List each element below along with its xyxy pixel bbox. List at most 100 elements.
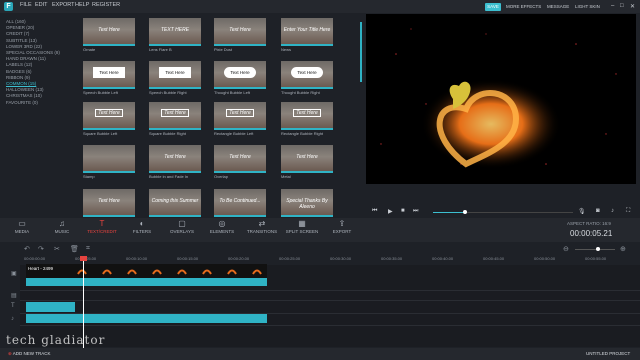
video-track-icon: ▣ [11, 271, 17, 277]
title-thumbnail[interactable]: Text Here [83, 18, 135, 46]
title-gallery: Text Here Ornate TEXT HERE Lens Flare B Text… [76, 14, 362, 217]
title-thumbnail[interactable]: Special Thanks By Aleeno [281, 189, 333, 217]
category-item[interactable]: COMMON (15) [6, 81, 36, 86]
title-thumbnail[interactable]: Text Here [149, 102, 201, 130]
add-track-button[interactable]: ⊕ ADD NEW TRACK [8, 351, 50, 357]
menu-help[interactable]: HELP [75, 2, 89, 8]
music-icon: ♫ [59, 219, 65, 228]
ruler-tick-label: 00:00:00.00 [24, 256, 46, 261]
toolbar-text-credit[interactable]: T TEXT/CREDIT [82, 218, 122, 234]
audio-clip[interactable] [26, 314, 267, 323]
gallery-scrollbar[interactable] [360, 22, 362, 82]
title-thumbnail[interactable]: Text Here [214, 102, 266, 130]
close-icon[interactable]: ✕ [630, 3, 635, 10]
title-thumbnail[interactable]: Text Here [281, 145, 333, 173]
title-thumbnail[interactable]: Text Here [214, 18, 266, 46]
title-thumbnail[interactable]: Text Here [83, 189, 135, 217]
volume-icon[interactable]: ♪ [611, 208, 614, 214]
category-item[interactable]: SPECIAL OCCASIONS (8) [6, 50, 60, 55]
title-thumbnail[interactable]: Text Here [149, 61, 201, 89]
category-item[interactable]: LABELS (12) [6, 62, 32, 67]
zoom-out-icon[interactable]: ⊖ [563, 245, 569, 253]
skip-back-icon[interactable]: ⏮ [372, 208, 377, 215]
thumbnail-background [83, 145, 135, 171]
redo-icon[interactable]: ↷ [38, 245, 44, 253]
category-item[interactable]: HALLOWEEN (13) [6, 87, 44, 92]
toolbar-split-screen[interactable]: ▦ SPLIT SCREEN [282, 218, 322, 234]
menu-file[interactable]: FILE [20, 2, 32, 8]
minimize-icon[interactable]: – [611, 3, 614, 9]
category-item[interactable]: LOWER 3RD (22) [6, 44, 42, 49]
thumbnail-label: Lens Flare B [149, 47, 172, 52]
camera-icon[interactable]: ◙ [596, 208, 600, 214]
category-item[interactable]: CREDIT (7) [6, 31, 29, 36]
toolbar-export[interactable]: ⇪ EXPORT [322, 218, 362, 234]
toolbar-media[interactable]: ▭ MEDIA [2, 218, 42, 234]
delete-icon[interactable]: 🗑 [70, 245, 79, 253]
cut-icon[interactable]: ✂ [54, 245, 60, 253]
menu-register[interactable]: REGISTER [92, 2, 120, 8]
watermark: tech gladiator [6, 333, 106, 347]
thumbnail-label: Metal [281, 174, 291, 179]
maximize-icon[interactable]: □ [620, 3, 624, 9]
toolbar-elements[interactable]: ◎ ELEMENTS [202, 218, 242, 234]
title-thumbnail[interactable]: TEXT HERE [149, 18, 201, 46]
title-thumbnail[interactable]: Text Here [83, 61, 135, 89]
category-item[interactable]: HAND DRAWN (11) [6, 56, 46, 61]
zoom-in-icon[interactable]: ⊕ [620, 245, 626, 253]
toolbar-transitions[interactable]: ⇄ TRANSITIONS [242, 218, 282, 234]
title-thumbnail[interactable]: Text Here [214, 61, 266, 89]
title-thumbnail[interactable]: Text Here [149, 145, 201, 173]
category-item[interactable]: ALL (160) [6, 19, 26, 24]
text-track-icon: T [11, 303, 15, 309]
category-item[interactable]: SUBTITLE (13) [6, 38, 37, 43]
category-item[interactable]: FAVOURITE (0) [6, 100, 38, 105]
category-item[interactable]: BADGES (6) [6, 69, 32, 74]
microphone-icon[interactable]: 🎙 [578, 208, 586, 215]
category-item[interactable]: OPENER (20) [6, 25, 34, 30]
music-track-icon: ♪ [11, 316, 14, 322]
category-item[interactable]: RIBBON (9) [6, 75, 30, 80]
title-thumbnail[interactable]: Text Here [281, 102, 333, 130]
video-clip-filmstrip [26, 264, 267, 278]
toolbar-music[interactable]: ♫ MUSIC [42, 218, 82, 234]
timeline-toolbar: ↶ ↷ ✂ 🗑 ⌗ ⊖ ⊕ [0, 244, 640, 256]
toolbar-overlays[interactable]: ▢ OVERLAYS [162, 218, 202, 234]
menu-export[interactable]: EXPORT [52, 2, 75, 8]
track-divider [20, 290, 640, 291]
undo-icon[interactable]: ↶ [24, 245, 30, 253]
title-thumbnail[interactable]: To Be Continued... [214, 189, 266, 217]
title-thumbnail[interactable]: Coming this Summer [149, 189, 201, 217]
message-link[interactable]: MESSAGE [547, 4, 569, 9]
zoom-slider-handle[interactable] [596, 247, 600, 251]
category-item[interactable]: CHRISTMAS (10) [6, 93, 42, 98]
thumbnail-title-text: TEXT HERE [160, 27, 190, 33]
add-track-label: ADD NEW TRACK [12, 351, 51, 356]
more-effects-link[interactable]: MORE EFFECTS [506, 4, 541, 9]
ruler-tick-label: 00:00:55.00 [585, 256, 607, 261]
zoom-slider[interactable] [575, 249, 615, 250]
light-skin-link[interactable]: LIGHT SKIN [575, 4, 600, 9]
title-thumbnail[interactable]: Enter Your Title Here [281, 18, 333, 46]
title-thumbnail[interactable]: Text Here [281, 61, 333, 89]
skip-forward-icon[interactable]: ⏭ [413, 208, 418, 215]
save-button[interactable]: SAVE [485, 3, 501, 11]
video-clip[interactable] [26, 264, 267, 286]
crop-icon[interactable]: ⌗ [86, 245, 90, 253]
elements-icon: ◎ [218, 219, 226, 228]
menu-edit[interactable]: EDIT [35, 2, 48, 8]
title-thumbnail[interactable]: Text Here [83, 102, 135, 130]
playhead-handle[interactable] [80, 256, 87, 261]
thumbnail-label: Stamp [83, 174, 95, 179]
play-icon[interactable]: ▶ [388, 208, 393, 215]
title-thumbnail[interactable] [83, 145, 135, 173]
ruler-tick-label: 00:00:10.00 [126, 256, 148, 261]
title-thumbnail[interactable]: Text Here [214, 145, 266, 173]
fullscreen-icon[interactable]: ⛶ [626, 208, 630, 215]
overlays-icon: ▢ [178, 219, 186, 228]
thumbnail-title-text: Text Here [229, 27, 251, 33]
split-screen-icon: ▦ [298, 219, 306, 228]
text-clip[interactable] [26, 302, 75, 312]
toolbar-filters[interactable]: ◐ FILTERS [122, 218, 162, 234]
stop-icon[interactable]: ■ [401, 208, 405, 214]
